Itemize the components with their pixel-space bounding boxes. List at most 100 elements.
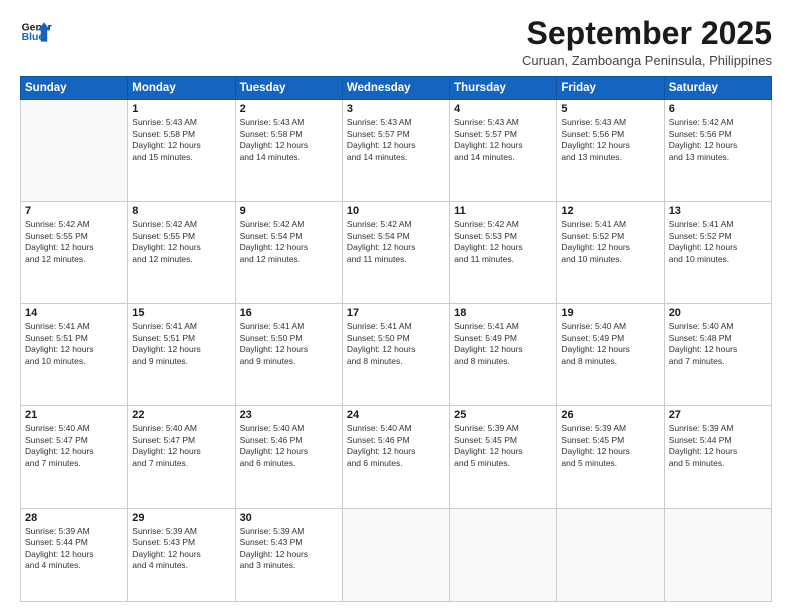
day-number: 19 (561, 307, 659, 319)
table-row (342, 508, 449, 601)
table-row: 5 Sunrise: 5:43 AM Sunset: 5:56 PM Daylig… (557, 100, 664, 202)
day-number: 24 (347, 409, 445, 421)
day-number: 7 (25, 205, 123, 217)
calendar-header-row: Sunday Monday Tuesday Wednesday Thursday… (21, 77, 772, 100)
logo-icon: General Blue (20, 16, 52, 48)
day-number: 1 (132, 103, 230, 115)
day-info: Sunrise: 5:40 AM Sunset: 5:47 PM Dayligh… (25, 423, 123, 469)
day-info: Sunrise: 5:39 AM Sunset: 5:43 PM Dayligh… (240, 526, 338, 572)
day-number: 11 (454, 205, 552, 217)
day-info: Sunrise: 5:39 AM Sunset: 5:45 PM Dayligh… (454, 423, 552, 469)
day-info: Sunrise: 5:42 AM Sunset: 5:56 PM Dayligh… (669, 117, 767, 163)
table-row: 17Sunrise: 5:41 AM Sunset: 5:50 PM Dayli… (342, 304, 449, 406)
table-row: 25 Sunrise: 5:39 AM Sunset: 5:45 PM Dayli… (450, 406, 557, 508)
day-number: 4 (454, 103, 552, 115)
day-info: Sunrise: 5:41 AM Sunset: 5:51 PM Dayligh… (132, 321, 230, 367)
table-row: 13 Sunrise: 5:41 AM Sunset: 5:52 PM Dayli… (664, 202, 771, 304)
day-number: 30 (240, 512, 338, 524)
day-info: Sunrise: 5:41 AM Sunset: 5:50 PM Dayligh… (240, 321, 338, 367)
day-number: 5 (561, 103, 659, 115)
day-number: 20 (669, 307, 767, 319)
subtitle: Curuan, Zamboanga Peninsula, Philippines (522, 53, 772, 68)
table-row: 11 Sunrise: 5:42 AM Sunset: 5:53 PM Dayli… (450, 202, 557, 304)
table-row: 20Sunrise: 5:40 AM Sunset: 5:48 PM Dayli… (664, 304, 771, 406)
day-info: Sunrise: 5:40 AM Sunset: 5:47 PM Dayligh… (132, 423, 230, 469)
table-row: 28 Sunrise: 5:39 AM Sunset: 5:44 PM Dayli… (21, 508, 128, 601)
day-info: Sunrise: 5:40 AM Sunset: 5:49 PM Dayligh… (561, 321, 659, 367)
title-block: September 2025 Curuan, Zamboanga Peninsu… (522, 16, 772, 68)
day-number: 27 (669, 409, 767, 421)
col-saturday: Saturday (664, 77, 771, 100)
table-row: 10Sunrise: 5:42 AM Sunset: 5:54 PM Dayli… (342, 202, 449, 304)
header: General Blue September 2025 Curuan, Zamb… (20, 16, 772, 68)
table-row (664, 508, 771, 601)
table-row: 18 Sunrise: 5:41 AM Sunset: 5:49 PM Dayli… (450, 304, 557, 406)
table-row: 27 Sunrise: 5:39 AM Sunset: 5:44 PM Dayli… (664, 406, 771, 508)
day-info: Sunrise: 5:42 AM Sunset: 5:54 PM Dayligh… (240, 219, 338, 265)
week-row-1: 1 Sunrise: 5:43 AM Sunset: 5:58 PM Daylig… (21, 100, 772, 202)
day-info: Sunrise: 5:40 AM Sunset: 5:46 PM Dayligh… (347, 423, 445, 469)
table-row: 29 Sunrise: 5:39 AM Sunset: 5:43 PM Dayli… (128, 508, 235, 601)
table-row: 26Sunrise: 5:39 AM Sunset: 5:45 PM Dayli… (557, 406, 664, 508)
day-info: Sunrise: 5:42 AM Sunset: 5:55 PM Dayligh… (132, 219, 230, 265)
month-title: September 2025 (522, 16, 772, 51)
day-number: 8 (132, 205, 230, 217)
day-number: 25 (454, 409, 552, 421)
logo: General Blue (20, 16, 52, 48)
table-row: 4Sunrise: 5:43 AM Sunset: 5:57 PM Daylig… (450, 100, 557, 202)
table-row: 14 Sunrise: 5:41 AM Sunset: 5:51 PM Dayli… (21, 304, 128, 406)
day-info: Sunrise: 5:41 AM Sunset: 5:49 PM Dayligh… (454, 321, 552, 367)
day-number: 26 (561, 409, 659, 421)
col-friday: Friday (557, 77, 664, 100)
day-info: Sunrise: 5:39 AM Sunset: 5:44 PM Dayligh… (669, 423, 767, 469)
day-number: 15 (132, 307, 230, 319)
table-row: 15 Sunrise: 5:41 AM Sunset: 5:51 PM Dayli… (128, 304, 235, 406)
day-number: 13 (669, 205, 767, 217)
col-monday: Monday (128, 77, 235, 100)
day-info: Sunrise: 5:42 AM Sunset: 5:53 PM Dayligh… (454, 219, 552, 265)
col-thursday: Thursday (450, 77, 557, 100)
day-number: 2 (240, 103, 338, 115)
day-info: Sunrise: 5:43 AM Sunset: 5:57 PM Dayligh… (347, 117, 445, 163)
day-info: Sunrise: 5:41 AM Sunset: 5:51 PM Dayligh… (25, 321, 123, 367)
col-tuesday: Tuesday (235, 77, 342, 100)
day-number: 9 (240, 205, 338, 217)
day-info: Sunrise: 5:42 AM Sunset: 5:55 PM Dayligh… (25, 219, 123, 265)
day-number: 16 (240, 307, 338, 319)
calendar-table: Sunday Monday Tuesday Wednesday Thursday… (20, 76, 772, 602)
day-number: 28 (25, 512, 123, 524)
day-number: 6 (669, 103, 767, 115)
day-number: 29 (132, 512, 230, 524)
day-info: Sunrise: 5:39 AM Sunset: 5:44 PM Dayligh… (25, 526, 123, 572)
table-row: 24 Sunrise: 5:40 AM Sunset: 5:46 PM Dayli… (342, 406, 449, 508)
table-row: 1 Sunrise: 5:43 AM Sunset: 5:58 PM Daylig… (128, 100, 235, 202)
table-row: 30 Sunrise: 5:39 AM Sunset: 5:43 PM Dayli… (235, 508, 342, 601)
day-number: 14 (25, 307, 123, 319)
table-row: 3 Sunrise: 5:43 AM Sunset: 5:57 PM Daylig… (342, 100, 449, 202)
day-number: 22 (132, 409, 230, 421)
day-info: Sunrise: 5:43 AM Sunset: 5:58 PM Dayligh… (132, 117, 230, 163)
day-number: 3 (347, 103, 445, 115)
week-row-4: 21Sunrise: 5:40 AM Sunset: 5:47 PM Dayli… (21, 406, 772, 508)
table-row (21, 100, 128, 202)
day-info: Sunrise: 5:43 AM Sunset: 5:58 PM Dayligh… (240, 117, 338, 163)
table-row: 19 Sunrise: 5:40 AM Sunset: 5:49 PM Dayli… (557, 304, 664, 406)
table-row (557, 508, 664, 601)
day-info: Sunrise: 5:41 AM Sunset: 5:52 PM Dayligh… (669, 219, 767, 265)
col-sunday: Sunday (21, 77, 128, 100)
table-row: 6 Sunrise: 5:42 AM Sunset: 5:56 PM Daylig… (664, 100, 771, 202)
table-row: 2 Sunrise: 5:43 AM Sunset: 5:58 PM Daylig… (235, 100, 342, 202)
day-info: Sunrise: 5:39 AM Sunset: 5:43 PM Dayligh… (132, 526, 230, 572)
col-wednesday: Wednesday (342, 77, 449, 100)
day-info: Sunrise: 5:41 AM Sunset: 5:50 PM Dayligh… (347, 321, 445, 367)
table-row: 8 Sunrise: 5:42 AM Sunset: 5:55 PM Daylig… (128, 202, 235, 304)
day-info: Sunrise: 5:40 AM Sunset: 5:46 PM Dayligh… (240, 423, 338, 469)
day-info: Sunrise: 5:43 AM Sunset: 5:56 PM Dayligh… (561, 117, 659, 163)
table-row: 9 Sunrise: 5:42 AM Sunset: 5:54 PM Daylig… (235, 202, 342, 304)
table-row: 22 Sunrise: 5:40 AM Sunset: 5:47 PM Dayli… (128, 406, 235, 508)
day-number: 12 (561, 205, 659, 217)
day-number: 18 (454, 307, 552, 319)
day-info: Sunrise: 5:41 AM Sunset: 5:52 PM Dayligh… (561, 219, 659, 265)
table-row: 12 Sunrise: 5:41 AM Sunset: 5:52 PM Dayli… (557, 202, 664, 304)
week-row-5: 28 Sunrise: 5:39 AM Sunset: 5:44 PM Dayli… (21, 508, 772, 601)
